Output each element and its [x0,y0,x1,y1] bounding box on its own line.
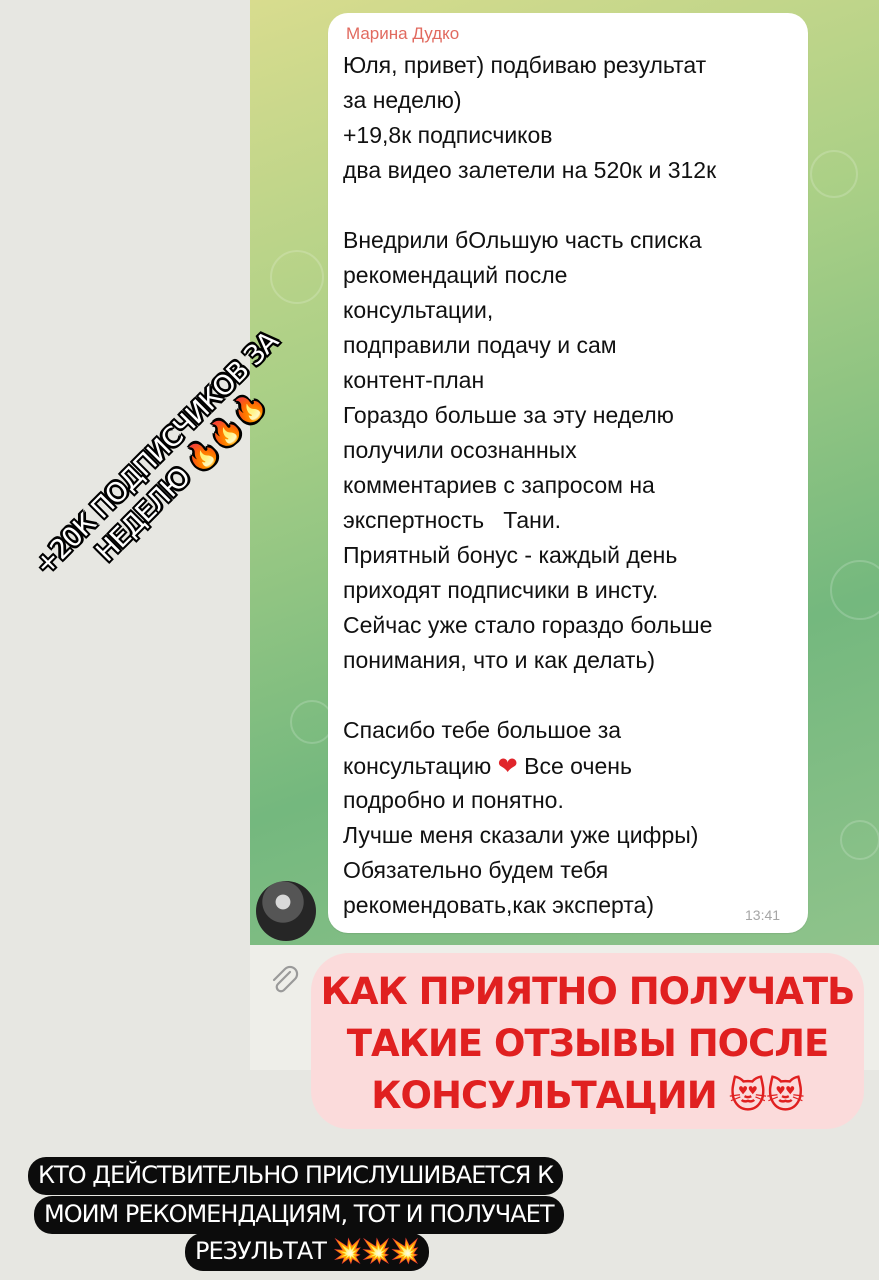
message-line-with-heart: консультацию ❤ Все очень [343,752,632,781]
message-line: приходят подписчики в инсту. [343,577,659,603]
message-line: экспертность Тани. [343,507,562,533]
message-line: два видео залетели на 520к и 312к [343,157,717,183]
black-caption-line: МОИМ РЕКОМЕНДАЦИЯМ, ТОТ И ПОЛУЧАЕТ [34,1196,564,1234]
paperclip-icon[interactable] [266,962,302,998]
message-line: Внедрили бОльшую часть списка [343,227,702,253]
message-line: Спасибо тебе большое за [343,717,622,743]
message-line: комментариев с запросом на [343,472,655,498]
message-timestamp: 13:41 [745,907,781,923]
message-line: рекомендовать,как эксперта) [343,892,654,918]
red-caption-line: ТАКИЕ ОТЗЫВЫ ПОСЛЕ [346,1022,830,1065]
message-line: Гораздо больше за эту неделю [343,402,674,428]
message-line: Юля, привет) подбиваю результат [343,52,707,78]
message-line: +19,8к подписчиков [343,122,553,148]
red-caption-line: КАК ПРИЯТНО ПОЛУЧАТЬ [320,970,856,1013]
message-line: Сейчас уже стало гораздо больше [343,612,713,638]
message-line: подправили подачу и сам [343,332,617,358]
message-line: Приятный бонус - каждый день [343,542,678,568]
message-text: консультацию [343,753,492,779]
message-line: рекомендаций после [343,262,568,288]
message-line: понимания, что и как делать) [343,647,656,673]
message-line: подробно и понятно. [343,787,564,813]
message-line: консультации, [343,297,494,323]
red-caption-line: КОНСУЛЬТАЦИИ 😻😻 [371,1074,804,1117]
message-line: Обязательно будем тебя [343,857,609,883]
sender-name[interactable]: Марина Дудко [346,24,459,44]
black-caption-line: КТО ДЕЙСТВИТЕЛЬНО ПРИСЛУШИВАЕТСЯ К [28,1157,564,1195]
message-line: за неделю) [343,87,462,113]
message-line: Лучше меня сказали уже цифры) [343,822,699,848]
message-text: Все очень [524,753,632,779]
message-line: получили осознанных [343,437,577,463]
black-caption-line: РЕЗУЛЬТАТ 💥💥💥 [185,1233,430,1271]
message-line: контент-план [343,367,485,393]
heart-icon: ❤ [497,753,518,780]
avatar[interactable] [256,881,316,941]
